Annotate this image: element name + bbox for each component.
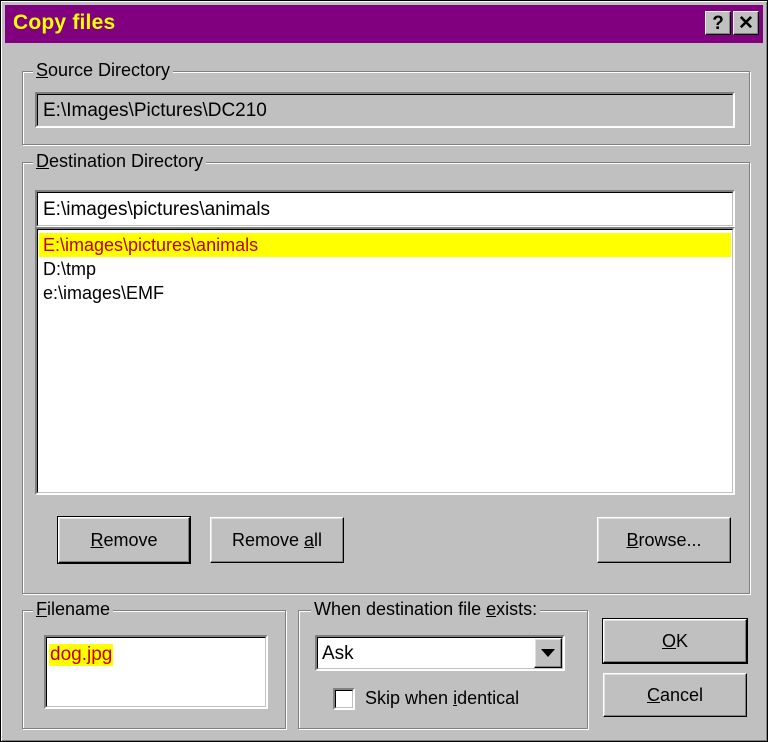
remove-button[interactable]: Remove — [57, 516, 191, 564]
filename-group: Filename dog.jpg — [22, 599, 286, 729]
filename-label: Filename — [33, 599, 114, 620]
ok-button[interactable]: OK — [602, 618, 748, 664]
remove-all-button[interactable]: Remove all — [210, 517, 344, 563]
destination-list-item[interactable]: D:\tmp — [39, 257, 731, 281]
close-button[interactable]: ✕ — [733, 11, 759, 35]
filename-value: dog.jpg — [49, 644, 114, 666]
dropdown-button[interactable] — [534, 638, 562, 668]
destination-list-item[interactable]: E:\images\pictures\animals — [39, 233, 731, 257]
skip-identical-label[interactable]: Skip when identical — [365, 688, 519, 709]
destination-list-item[interactable]: e:\images\EMF — [39, 281, 731, 305]
when-exists-group: When destination file exists: Ask Skip w… — [298, 599, 588, 729]
help-button[interactable]: ? — [705, 11, 731, 35]
help-icon: ? — [712, 13, 724, 34]
source-directory-group: Source Directory E:\Images\Pictures\DC21… — [22, 60, 750, 145]
filename-input[interactable]: dog.jpg — [44, 635, 268, 709]
title-bar[interactable]: Copy files ? ✕ — [5, 5, 763, 43]
source-directory-label: Source Directory — [33, 60, 174, 81]
when-exists-select[interactable]: Ask — [315, 635, 565, 671]
cancel-button[interactable]: Cancel — [603, 673, 747, 717]
source-directory-field: E:\Images\Pictures\DC210 — [35, 92, 735, 128]
source-directory-path: E:\Images\Pictures\DC210 — [43, 100, 267, 121]
when-exists-label: When destination file exists: — [311, 599, 541, 620]
window-title: Copy files — [13, 11, 116, 34]
destination-directory-input[interactable]: E:\images\pictures\animals — [35, 190, 735, 228]
destination-directory-label: Destination Directory — [33, 151, 207, 172]
skip-identical-checkbox[interactable] — [333, 688, 355, 710]
chevron-down-icon — [541, 649, 555, 657]
copy-files-dialog: Copy files ? ✕ Source Directory E:\Image… — [0, 0, 768, 742]
browse-button[interactable]: Browse... — [597, 517, 731, 563]
destination-directory-value: E:\images\pictures\animals — [43, 199, 271, 220]
close-icon: ✕ — [738, 13, 754, 34]
destination-history-list[interactable]: E:\images\pictures\animals D:\tmp e:\ima… — [35, 227, 735, 495]
when-exists-selected: Ask — [322, 643, 354, 664]
destination-directory-group: Destination Directory E:\images\pictures… — [22, 151, 750, 594]
